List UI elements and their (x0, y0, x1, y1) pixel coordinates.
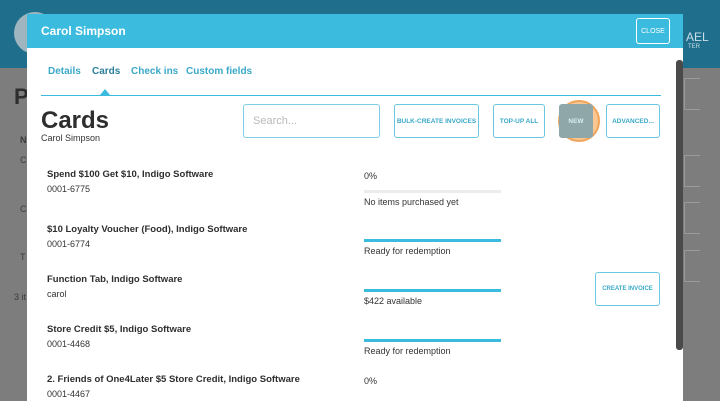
tab-details[interactable]: Details (48, 66, 81, 77)
background-row: T (20, 252, 26, 262)
card-status: Ready for redemption (364, 346, 451, 356)
card-progress-fill (364, 239, 501, 242)
card-number: 0001-4468 (47, 339, 91, 349)
background-button (684, 155, 700, 187)
tab-check-ins[interactable]: Check ins (131, 66, 178, 77)
close-button[interactable]: CLOSE (636, 18, 670, 44)
card-name: Spend $100 Get $10, Indigo Software (47, 169, 214, 180)
card-number: 0001-6775 (47, 184, 91, 194)
card-name: 2. Friends of One4Later $5 Store Credit,… (47, 374, 300, 385)
card-progress-bar (364, 239, 501, 242)
background-button (684, 250, 700, 282)
card-status: No items purchased yet (364, 197, 459, 207)
background-row: C (20, 204, 27, 214)
card-progress-bar (364, 289, 501, 292)
background-row: C (20, 155, 27, 165)
modal-tabs: Details Cards Check ins Custom fields (41, 66, 661, 96)
card-status: Ready for redemption (364, 246, 451, 256)
page-title: Cards (41, 107, 110, 134)
bulk-create-invoices-button[interactable]: BULK-CREATE INVOICES (394, 104, 479, 138)
card-number: carol (47, 289, 67, 299)
card-progress-bar (364, 339, 501, 342)
customer-modal: Carol Simpson CLOSE Details Cards Check … (27, 14, 683, 401)
create-invoice-button[interactable]: CREATE INVOICE (595, 272, 660, 306)
background-column-header: N (20, 135, 27, 145)
card-row[interactable]: Function Tab, Indigo Software carol $422… (47, 274, 647, 314)
card-progress-fill (364, 289, 501, 292)
card-progress-percent: 0% (364, 376, 378, 386)
card-row[interactable]: 2. Friends of One4Later $5 Store Credit,… (47, 374, 647, 401)
modal-header: Carol Simpson CLOSE (27, 14, 683, 48)
page-subtitle: Carol Simpson (41, 133, 101, 143)
tab-cards[interactable]: Cards (92, 66, 120, 77)
card-progress-percent: 0% (364, 171, 378, 181)
background-user-name: AEL (686, 30, 709, 44)
card-row[interactable]: $10 Loyalty Voucher (Food), Indigo Softw… (47, 224, 647, 264)
tab-custom-fields[interactable]: Custom fields (186, 66, 252, 77)
active-tab-indicator (100, 89, 110, 95)
modal-scrollbar[interactable] (676, 60, 683, 350)
card-name: Store Credit $5, Indigo Software (47, 324, 192, 335)
card-number: 0001-4467 (47, 389, 91, 399)
background-button (684, 202, 700, 234)
card-row[interactable]: Spend $100 Get $10, Indigo Software 0001… (47, 169, 647, 209)
top-up-all-button[interactable]: TOP-UP ALL (493, 104, 545, 138)
card-progress-bar (364, 190, 501, 193)
background-user-sub: TER (688, 44, 700, 50)
search-input[interactable] (243, 104, 380, 138)
card-progress-fill (364, 339, 501, 342)
advanced-button[interactable]: ADVANCED... (606, 104, 660, 138)
background-button (684, 78, 700, 110)
card-name: $10 Loyalty Voucher (Food), Indigo Softw… (47, 224, 248, 235)
card-row[interactable]: Store Credit $5, Indigo Software 0001-44… (47, 324, 647, 364)
modal-title: Carol Simpson (41, 24, 126, 38)
background-count: 3 it (14, 292, 27, 302)
card-number: 0001-6774 (47, 239, 91, 249)
new-card-button[interactable]: NEW (559, 104, 593, 138)
card-name: Function Tab, Indigo Software (47, 274, 183, 285)
card-status: $422 available (364, 296, 423, 306)
